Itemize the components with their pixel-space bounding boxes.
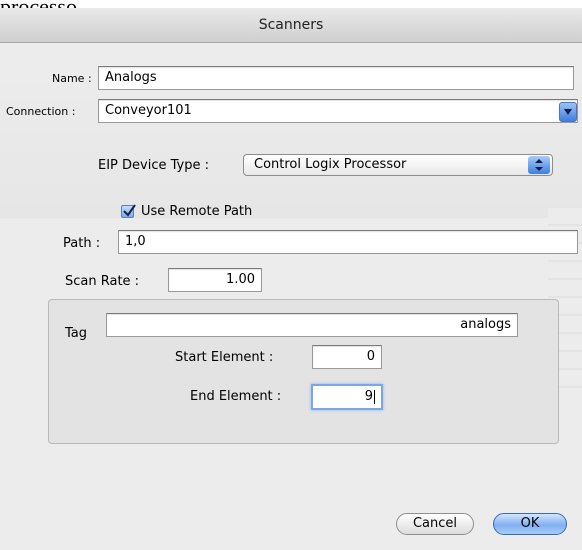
checkmark-icon: [123, 204, 136, 217]
cancel-button[interactable]: Cancel: [396, 513, 474, 535]
connection-dropdown-button[interactable]: [559, 102, 577, 122]
ok-button[interactable]: OK: [493, 513, 567, 535]
scan-rate-label: Scan Rate :: [65, 274, 140, 289]
background-ghost: [0, 68, 582, 218]
path-field[interactable]: 1,0: [118, 230, 578, 254]
scan-rate-field[interactable]: 1.00: [168, 268, 262, 292]
tag-field[interactable]: analogs: [106, 313, 518, 337]
eip-device-type-value: Control Logix Processor: [254, 157, 407, 172]
name-label: Name :: [52, 72, 92, 85]
window-title: Scanners: [258, 17, 324, 33]
tag-label: Tag: [65, 326, 88, 341]
text-caret: [374, 389, 375, 404]
end-element-field[interactable]: 9: [311, 384, 383, 410]
title-bar[interactable]: Scanners: [0, 8, 582, 43]
end-element-value: 9: [364, 389, 373, 404]
scanners-dialog: Scanners Name : Analogs Connection : Con…: [0, 8, 582, 550]
start-element-field[interactable]: 0: [312, 345, 382, 369]
start-element-label: Start Element :: [175, 350, 274, 365]
name-field[interactable]: Analogs: [98, 66, 574, 90]
use-remote-path-checkbox[interactable]: [121, 204, 136, 218]
connection-label: Connection :: [6, 105, 76, 118]
chevron-down-icon: [564, 109, 572, 115]
connection-combo[interactable]: Conveyor101: [98, 99, 578, 123]
end-element-label: End Element :: [190, 389, 282, 404]
use-remote-path-label: Use Remote Path: [141, 204, 253, 219]
eip-device-type-popup[interactable]: Control Logix Processor: [243, 154, 553, 176]
connection-value: Conveyor101: [105, 103, 192, 118]
path-label: Path :: [63, 236, 101, 251]
eip-device-type-label: EIP Device Type :: [98, 158, 209, 173]
updown-arrows-icon: [528, 156, 550, 174]
